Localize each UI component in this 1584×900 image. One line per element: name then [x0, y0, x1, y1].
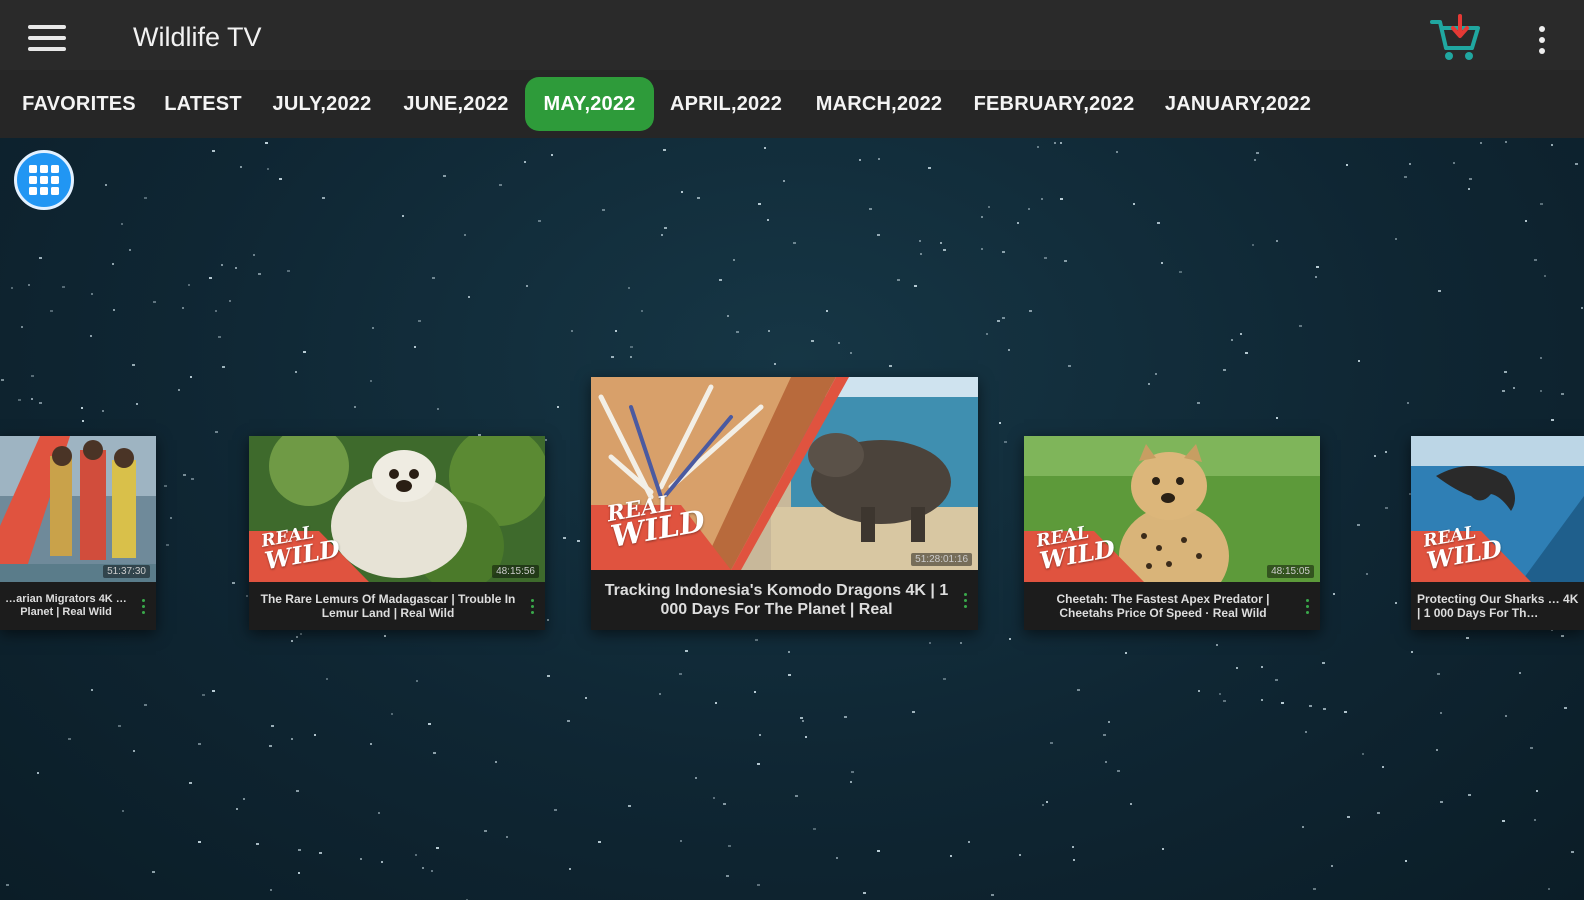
video-duration: 51:28:01:16 [911, 553, 972, 566]
video-caption: …arian Migrators 4K …Planet | Real Wild [0, 582, 156, 630]
video-title: Cheetah: The Fastest Apex Predator | Che… [1056, 591, 1270, 620]
tab-may-2022[interactable]: MAY,2022 [525, 77, 654, 131]
video-duration: 48:15:05 [1267, 565, 1314, 578]
video-card[interactable]: REAL WILD Protecting Our Sharks … 4K | 1 … [1411, 436, 1584, 630]
tab-july-2022[interactable]: JULY,2022 [268, 77, 376, 131]
app-title: Wildlife TV [133, 22, 262, 52]
more-vert-icon[interactable] [1530, 20, 1554, 60]
video-card[interactable]: REAL WILD 48:15:56 The Rare Lemurs Of Mad… [249, 436, 545, 630]
video-caption: Tracking Indonesia's Komodo Dragons 4K |… [591, 570, 978, 630]
video-duration: 51:37:30 [103, 565, 150, 578]
video-card[interactable]: REAL WILD 48:15:05 Cheetah: The Fastest A… [1024, 436, 1320, 630]
video-thumbnail: REAL WILD [1411, 436, 1584, 582]
grid-view-button[interactable] [14, 150, 74, 210]
video-thumbnail: REAL WILD 51:28:01:16 [591, 377, 978, 570]
video-title: …arian Migrators 4K …Planet | Real Wild [5, 592, 127, 618]
video-title: The Rare Lemurs Of Madagascar | Trouble … [260, 591, 516, 620]
tab-april-2022[interactable]: APRIL,2022 [666, 77, 786, 131]
tab-march-2022[interactable]: MARCH,2022 [810, 77, 948, 131]
video-thumbnail: REAL WILD 48:15:05 [1024, 436, 1320, 582]
video-caption: Protecting Our Sharks … 4K | 1 000 Days … [1411, 582, 1584, 630]
app-bar: Wildlife TV [0, 0, 1584, 70]
more-vert-icon[interactable] [130, 598, 156, 614]
video-title: Protecting Our Sharks … 4K | 1 000 Days … [1417, 591, 1579, 620]
video-caption: The Rare Lemurs Of Madagascar | Trouble … [249, 582, 545, 630]
tab-february-2022[interactable]: FEBRUARY,2022 [972, 77, 1136, 131]
more-vert-icon[interactable] [519, 598, 545, 614]
cart-download-icon[interactable] [1428, 14, 1484, 64]
video-title: Tracking Indonesia's Komodo Dragons 4K |… [604, 581, 949, 618]
hamburger-menu-icon[interactable] [28, 18, 76, 58]
video-duration: 48:15:56 [492, 565, 539, 578]
more-vert-icon[interactable] [952, 592, 978, 608]
tab-favorites[interactable]: FAVORITES [20, 77, 138, 131]
tab-latest[interactable]: LATEST [161, 77, 245, 131]
video-card[interactable]: 51:37:30 …arian Migrators 4K …Planet | R… [0, 436, 156, 630]
more-vert-icon[interactable] [1294, 598, 1320, 614]
video-caption: Cheetah: The Fastest Apex Predator | Che… [1024, 582, 1320, 630]
month-tabs: FAVORITES LATEST JULY,2022 JUNE,2022 MAY… [0, 70, 1584, 138]
video-card-focused[interactable]: REAL WILD 51:28:01:16 Tracking Indonesia'… [591, 377, 978, 630]
grid-view-icon [29, 165, 59, 195]
tab-june-2022[interactable]: JUNE,2022 [399, 77, 513, 131]
tab-january-2022[interactable]: JANUARY,2022 [1160, 77, 1316, 131]
video-thumbnail: 51:37:30 [0, 436, 156, 582]
video-thumbnail: REAL WILD 48:15:56 [249, 436, 545, 582]
